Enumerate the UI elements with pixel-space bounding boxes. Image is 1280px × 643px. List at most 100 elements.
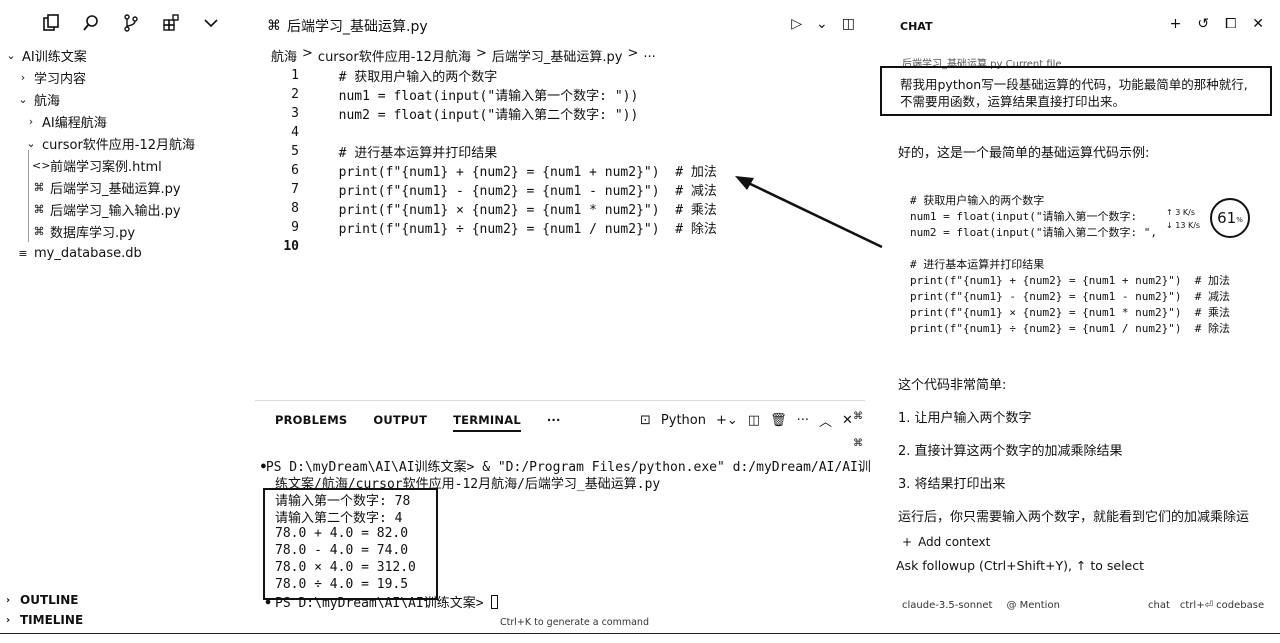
breadcrumb-separator: > xyxy=(475,46,487,61)
trash-icon[interactable]: 🗑 xyxy=(770,413,787,428)
python-icon[interactable]: ⌘ xyxy=(853,411,863,422)
chevron-down-icon[interactable]: ⌄ xyxy=(816,16,828,32)
assistant-intro: 好的，这是一个最简单的基础运算代码示例: xyxy=(898,146,1150,161)
tree-item-label: 后端学习_基础运算.py xyxy=(50,181,181,197)
plus-icon[interactable]: + xyxy=(1170,16,1182,32)
code-line: 10 xyxy=(255,237,717,256)
new-terminal-icon[interactable]: +⌄ xyxy=(716,413,738,428)
timeline-label: TIMELINE xyxy=(20,613,84,627)
close-icon[interactable]: ✕ xyxy=(1252,16,1264,32)
breadcrumb-item[interactable]: 后端学习_基础运算.py xyxy=(492,46,623,65)
more-icon[interactable]: ··· xyxy=(797,413,809,428)
explain-closing: 运行后，你只需要输入两个数字，就能看到它们的加减乘除运 xyxy=(898,510,1250,525)
tab-problems[interactable]: PROBLEMS xyxy=(275,413,347,432)
files-icon[interactable] xyxy=(40,12,62,34)
line-number: 7 xyxy=(291,182,299,197)
breadcrumb-item[interactable]: ... xyxy=(643,46,655,65)
codebase-button[interactable]: ctrl+⏎ codebase xyxy=(1180,600,1264,611)
terminal-shell-label[interactable]: Python xyxy=(661,413,706,428)
code-line: print(f"{num1} - {num2} = {num1 - num2}"… xyxy=(910,290,1231,303)
code-text: # 获取用户输入的两个数字 xyxy=(323,70,498,85)
terminal-icon: ⊡ xyxy=(640,413,651,428)
tree-item-file[interactable]: <> 前端学习案例.html xyxy=(0,154,255,176)
run-icon[interactable]: ▷ xyxy=(791,16,802,32)
explain-title: 这个代码非常简单: xyxy=(898,378,1007,393)
plus-icon: + xyxy=(902,535,913,549)
tree-item-file[interactable]: ⌘ 后端学习_输入输出.py xyxy=(0,198,255,220)
breadcrumb-item[interactable]: cursor软件应用-12月航海 xyxy=(318,46,471,65)
extensions-icon[interactable] xyxy=(160,12,182,34)
bottom-panel: PROBLEMS OUTPUT TERMINAL ··· ⊡ Python +⌄… xyxy=(255,400,871,643)
line-number: 10 xyxy=(283,239,299,254)
add-context-button[interactable]: + Add context xyxy=(902,535,990,549)
split-editor-icon[interactable]: ◫ xyxy=(842,16,855,32)
code-line: 2 num1 = float(input("请输入第一个数字: ")) xyxy=(255,85,717,104)
maximize-icon[interactable]: ︿ xyxy=(819,411,832,430)
timeline-section[interactable]: › TIMELINE xyxy=(0,610,255,630)
code-line: print(f"{num1} ÷ {num2} = {num1 / num2}"… xyxy=(910,322,1231,335)
model-selector[interactable]: claude-3.5-sonnet xyxy=(902,600,992,611)
line-number: 9 xyxy=(291,220,299,235)
maximize-icon[interactable]: ⧠ xyxy=(1225,16,1236,32)
line-number: 8 xyxy=(291,201,299,216)
followup-input[interactable]: Ask followup (Ctrl+Shift+Y), ↑ to select xyxy=(896,558,1144,573)
code-text: num1 = float(input("请输入第一个数字: ")) xyxy=(323,89,639,104)
tree-item-folder[interactable]: › AI编程航海 xyxy=(0,110,255,132)
activity-bar xyxy=(40,12,222,34)
mention-button[interactable]: @ Mention xyxy=(1006,600,1059,611)
breadcrumb-separator: > xyxy=(302,46,313,61)
outline-label: OUTLINE xyxy=(20,593,79,607)
code-text: print(f"{num1} - {num2} = {num1 - num2}"… xyxy=(323,184,717,199)
tree-item-folder[interactable]: ⌄ 航海 xyxy=(0,88,255,110)
split-terminal-icon[interactable]: ◫ xyxy=(748,413,760,428)
tab-terminal[interactable]: TERMINAL xyxy=(453,413,521,432)
chat-title: CHAT xyxy=(900,20,933,33)
explain-point: 1. 让用户输入两个数字 xyxy=(898,411,1032,426)
python-file-icon: ⌘ xyxy=(33,224,45,238)
tree-item-file[interactable]: ⌘ 后端学习_基础运算.py xyxy=(0,176,255,198)
add-context-label: Add context xyxy=(918,535,991,549)
chevron-down-icon: ⌄ xyxy=(26,136,36,150)
python-icon[interactable]: ⌘ xyxy=(853,438,863,449)
editor-tab[interactable]: ⌘ 后端学习_基础运算.py xyxy=(267,16,428,36)
explorer-sidebar: ⌄ AI训练文案 › 学习内容 ⌄ 航海 › AI编程航海 ⌄ cursor软件… xyxy=(0,0,255,643)
code-line: 8 print(f"{num1} × {num2} = {num1 * num2… xyxy=(255,199,717,218)
source-control-icon[interactable] xyxy=(120,12,142,34)
explain-point: 2. 直接计算这两个数字的加减乘除结果 xyxy=(898,444,1123,459)
more-tabs-button[interactable]: ··· xyxy=(547,413,561,432)
tab-output[interactable]: OUTPUT xyxy=(373,413,427,432)
close-icon[interactable]: ✕ xyxy=(842,413,853,428)
status-bar xyxy=(0,633,1280,643)
chat-actions: + ↺ ⧠ ✕ xyxy=(1170,16,1264,32)
history-icon[interactable]: ↺ xyxy=(1197,16,1209,32)
chat-submit-button[interactable]: chat xyxy=(1148,600,1170,611)
output-highlight-box xyxy=(263,488,438,600)
tree-item-folder[interactable]: ⌄ cursor软件应用-12月航海 xyxy=(0,132,255,154)
tree-item-file[interactable]: ≡ my_database.db xyxy=(0,242,255,264)
tree-item-file[interactable]: ⌘ 数据库学习.py xyxy=(0,220,255,242)
line-number: 2 xyxy=(291,87,299,102)
tree-item-label: my_database.db xyxy=(34,245,142,261)
chevron-right-icon: › xyxy=(6,594,11,606)
tree-item-label: 数据库学习.py xyxy=(50,225,136,241)
code-line: 3 num2 = float(input("请输入第二个数字: ")) xyxy=(255,104,717,123)
tree-item-label: 学习内容 xyxy=(34,71,87,87)
code-text: num2 = float(input("请输入第二个数字: ")) xyxy=(323,108,639,123)
user-message-line: 不需要用函数，运算结果直接打印出来。 xyxy=(900,94,1126,109)
tree-item-label: 后端学习_输入输出.py xyxy=(50,203,181,219)
code-editor: ⌘ 后端学习_基础运算.py ▷ ⌄ ◫ 航海 > cursor软件应用-12月… xyxy=(255,0,865,400)
panel-side-icons: ⌘ ⌘ xyxy=(853,411,863,449)
outline-section[interactable]: › OUTLINE xyxy=(0,590,255,610)
code-text: print(f"{num1} × {num2} = {num1 * num2}"… xyxy=(323,203,717,218)
code-text: print(f"{num1} ÷ {num2} = {num1 / num2}"… xyxy=(323,222,717,237)
code-area[interactable]: 1 # 获取用户输入的两个数字 2 num1 = float(input("请输… xyxy=(255,66,717,256)
chat-panel: CHAT + ↺ ⧠ ✕ 后端学习_基础运算.py Current file 帮… xyxy=(880,0,1280,643)
tree-item-folder[interactable]: › 学习内容 xyxy=(0,66,255,88)
search-icon[interactable] xyxy=(80,12,102,34)
chevron-down-icon[interactable] xyxy=(200,12,222,34)
breadcrumb-item[interactable]: 航海 xyxy=(271,46,297,65)
code-line: 5 # 进行基本运算并打印结果 xyxy=(255,142,717,161)
code-line: 1 # 获取用户输入的两个数字 xyxy=(255,66,717,85)
tree-root[interactable]: ⌄ AI训练文案 xyxy=(0,44,255,66)
